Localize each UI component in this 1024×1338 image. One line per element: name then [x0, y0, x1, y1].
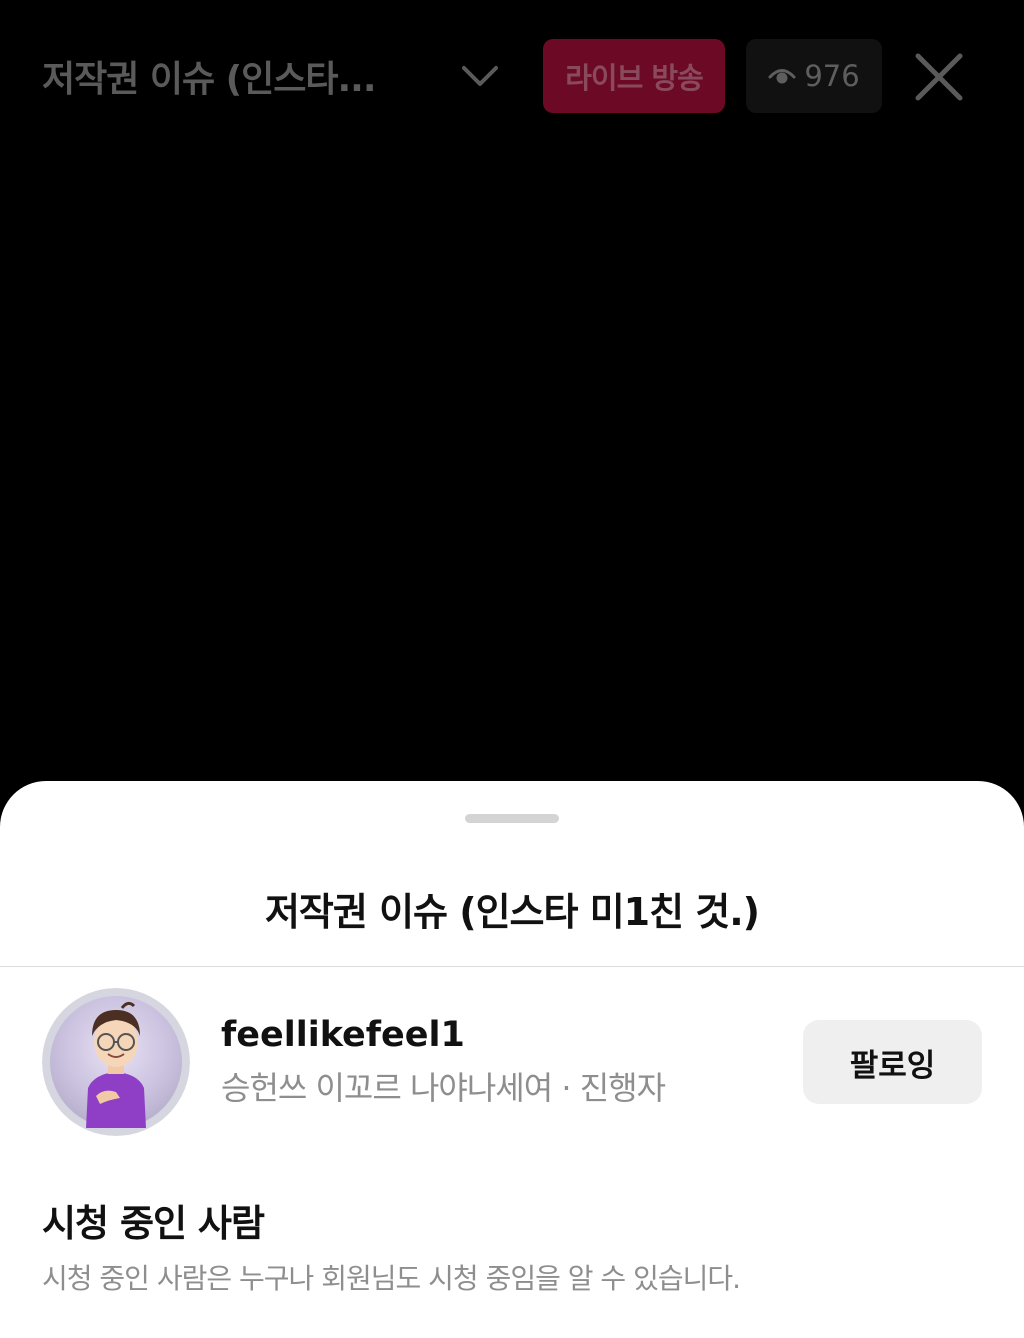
- live-badge: 라이브 방송: [543, 39, 725, 113]
- chevron-down-icon[interactable]: [460, 58, 500, 98]
- close-icon[interactable]: [912, 50, 966, 104]
- sheet-grabber[interactable]: [465, 814, 559, 823]
- sheet-title: 저작권 이슈 (인스타 미1친 것.): [264, 890, 760, 934]
- host-avatar[interactable]: [42, 988, 190, 1136]
- viewer-count: 976: [804, 59, 860, 93]
- live-top-bar: 저작권 이슈 (인스타... 라이브 방송 976: [0, 0, 1024, 160]
- divider: [0, 966, 1024, 967]
- eye-icon: [768, 69, 796, 84]
- live-screen: 저작권 이슈 (인스타... 라이브 방송 976 저작권 이슈 (인스타 미1…: [0, 0, 1024, 1338]
- host-subtitle: 승헌쓰 이꼬르 나야나세여 · 진행자: [221, 1069, 666, 1107]
- live-badge-label: 라이브 방송: [565, 61, 703, 95]
- avatar-illustration: [42, 988, 190, 1136]
- viewer-count-badge[interactable]: 976: [746, 39, 882, 113]
- host-username[interactable]: feellikefeel1: [221, 1015, 465, 1055]
- live-title[interactable]: 저작권 이슈 (인스타...: [42, 50, 422, 102]
- viewers-heading: 시청 중인 사람: [42, 1202, 265, 1245]
- following-button[interactable]: 팔로잉: [803, 1020, 982, 1104]
- live-info-sheet: 저작권 이슈 (인스타 미1친 것.) feellikefeel1 승헌쓰 이꼬…: [0, 781, 1024, 1338]
- viewers-description: 시청 중인 사람은 누구나 회원님도 시청 중임을 알 수 있습니다.: [42, 1262, 741, 1295]
